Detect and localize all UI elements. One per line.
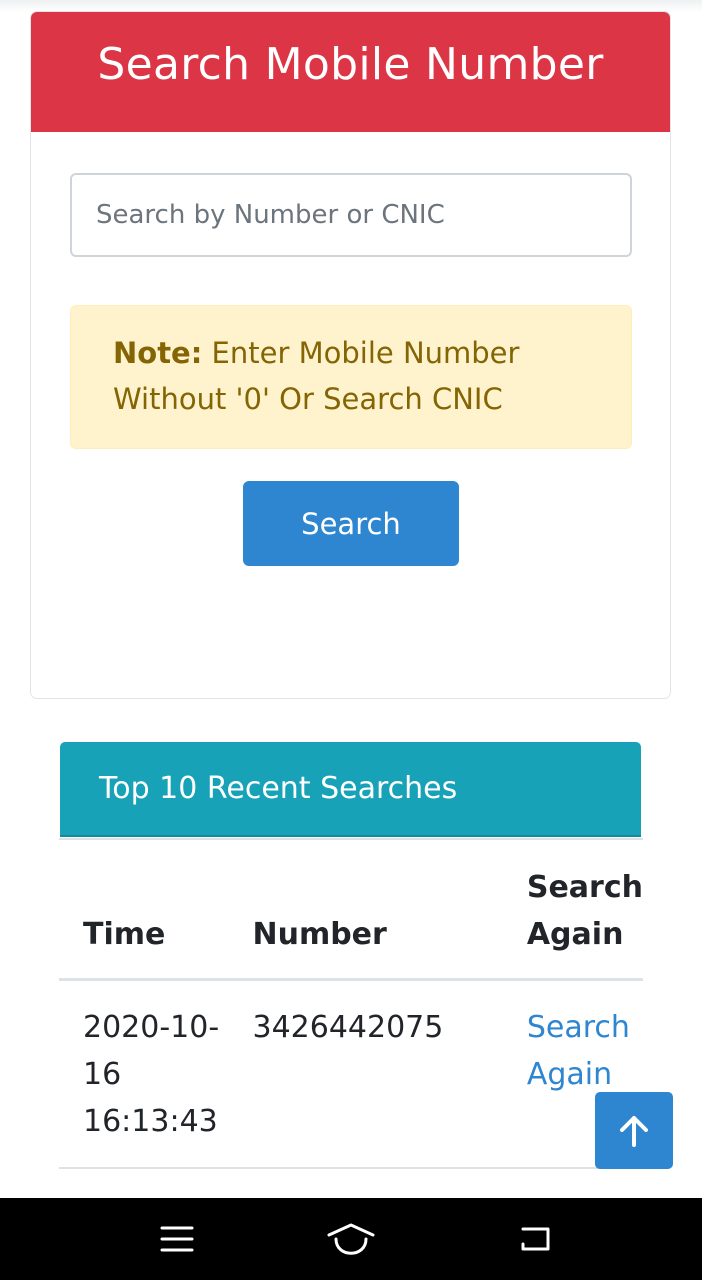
recent-searches-title: Top 10 Recent Searches bbox=[99, 771, 458, 806]
recent-searches-table-wrapper: Time Number Search Again 2020-10-16 16:1… bbox=[59, 838, 643, 1169]
home-button[interactable] bbox=[306, 1198, 396, 1280]
column-header-number: Number bbox=[252, 838, 527, 981]
search-input[interactable] bbox=[70, 173, 632, 257]
card-header: Search Mobile Number bbox=[31, 12, 670, 132]
back-icon bbox=[517, 1223, 553, 1255]
column-header-time: Time bbox=[59, 838, 253, 981]
note-alert: Note: Enter Mobile Number Without '0' Or… bbox=[70, 305, 632, 449]
note-label: Note: bbox=[113, 336, 203, 370]
scroll-to-top-button[interactable] bbox=[595, 1092, 673, 1169]
search-again-link[interactable]: Search Again bbox=[527, 1010, 630, 1092]
recent-searches-table: Time Number Search Again 2020-10-16 16:1… bbox=[59, 838, 643, 1169]
page-title: Search Mobile Number bbox=[97, 38, 604, 90]
recent-searches-header: Top 10 Recent Searches bbox=[60, 742, 641, 837]
table-header-row: Time Number Search Again bbox=[59, 838, 643, 981]
search-button[interactable]: Search bbox=[243, 481, 459, 566]
cell-time: 2020-10-16 16:13:43 bbox=[59, 979, 253, 1169]
back-button[interactable] bbox=[490, 1198, 580, 1280]
cell-number: 3426442075 bbox=[252, 979, 527, 1169]
column-header-search-again: Search Again bbox=[526, 838, 643, 981]
table-row: 2020-10-16 16:13:43 3426442075 Search Ag… bbox=[59, 979, 643, 1169]
menu-icon bbox=[160, 1224, 194, 1254]
home-icon bbox=[326, 1222, 376, 1256]
page: Search Mobile Number Note: Enter Mobile … bbox=[0, 0, 702, 1280]
search-card: Search Mobile Number Note: Enter Mobile … bbox=[30, 11, 671, 699]
android-navigation-bar bbox=[0, 1198, 702, 1280]
arrow-up-icon bbox=[616, 1113, 652, 1149]
menu-button[interactable] bbox=[132, 1198, 222, 1280]
